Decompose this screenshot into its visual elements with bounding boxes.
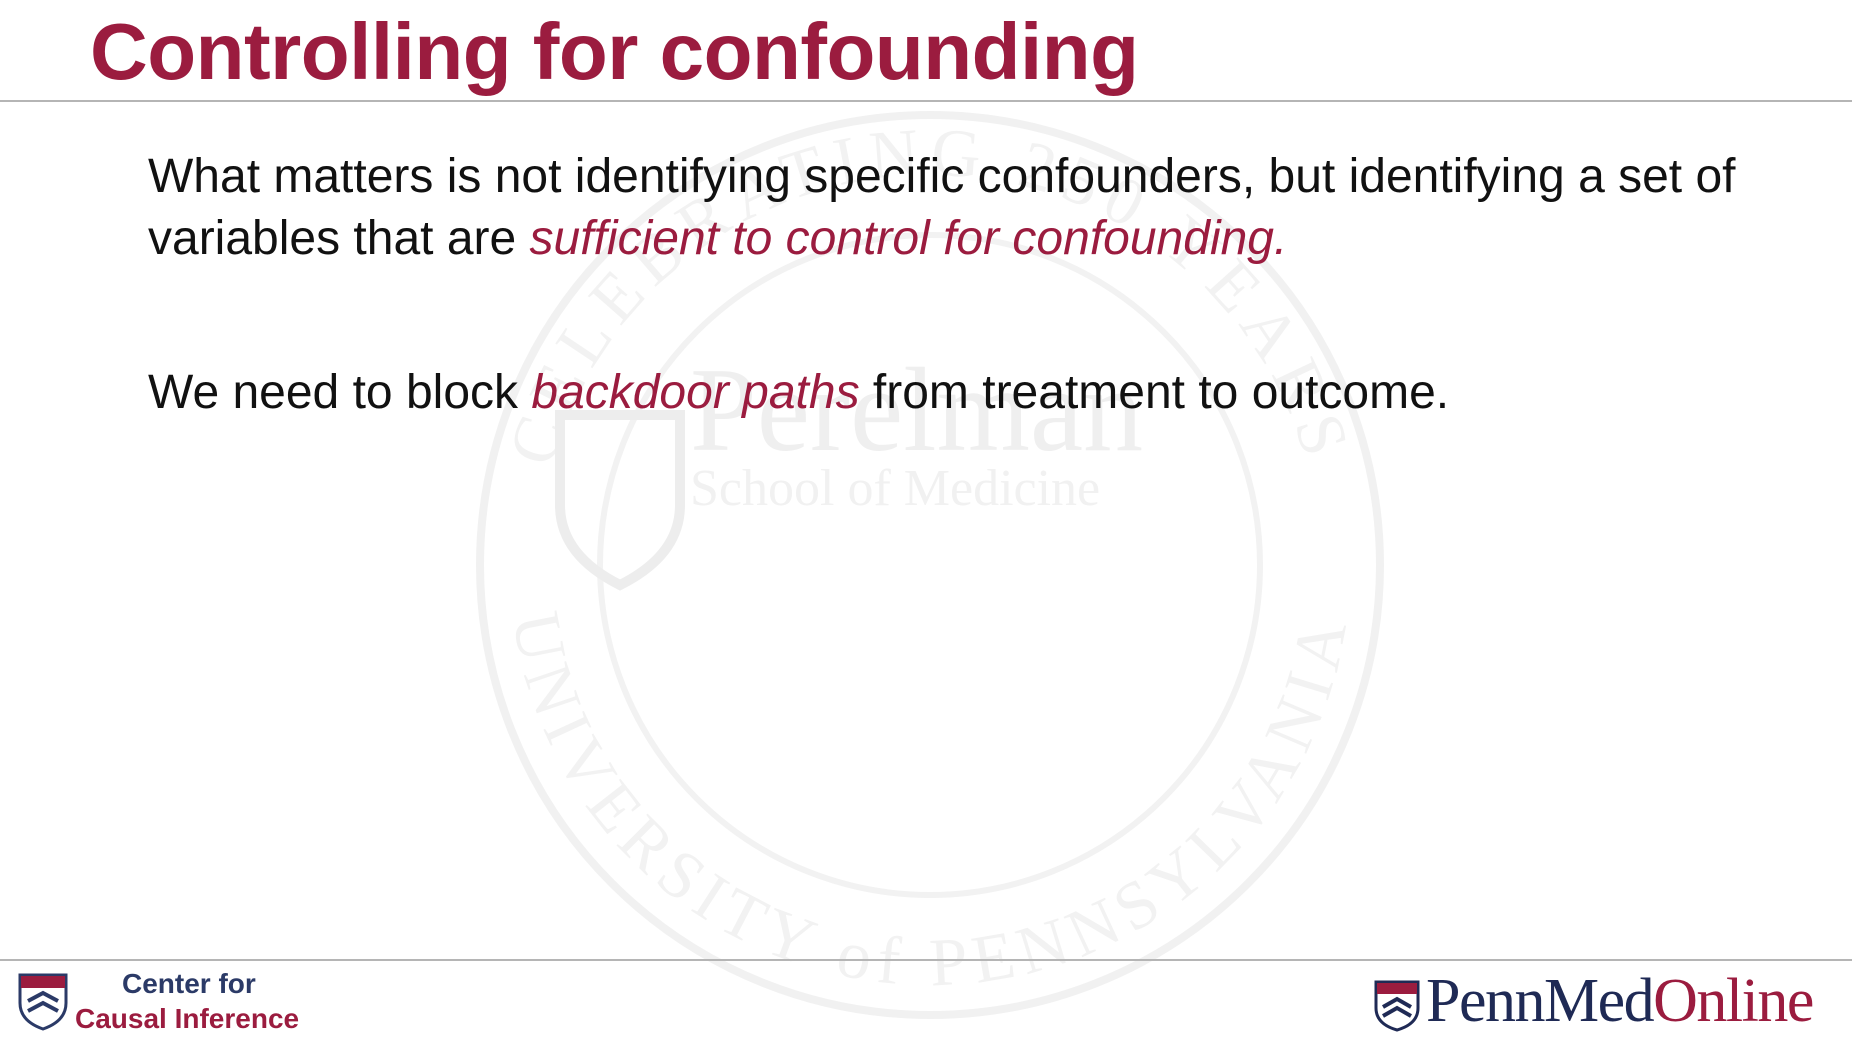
penn-shield-icon bbox=[18, 973, 68, 1031]
seal-bottom-text: UNIVERSITY of PENNSYLVANIA bbox=[498, 606, 1355, 1001]
paragraph2-text-after: from treatment to outcome. bbox=[859, 366, 1450, 419]
slide-title: Controlling for confounding bbox=[90, 7, 1139, 96]
pennmedonline-logo: PennMedOnline bbox=[1426, 966, 1814, 1037]
pennmedonline-logo-part1: PennMed bbox=[1426, 967, 1655, 1035]
title-divider bbox=[0, 100, 1852, 102]
pennmedonline-logo-part2: Online bbox=[1653, 967, 1814, 1035]
paragraph-sufficient-set: What matters is not identifying specific… bbox=[148, 146, 1738, 270]
cci-logo-line2: Causal Inference bbox=[75, 1003, 300, 1034]
pennmed-shield-icon bbox=[1374, 980, 1420, 1032]
footer-divider bbox=[0, 959, 1852, 961]
paragraph1-emphasis: sufficient to control for confounding. bbox=[529, 212, 1288, 265]
seal-shield-icon bbox=[555, 410, 685, 591]
svg-text:UNIVERSITY of PENNSYLVANIA: UNIVERSITY of PENNSYLVANIA bbox=[498, 606, 1363, 1001]
paragraph2-text-before: We need to block bbox=[148, 366, 532, 419]
paragraph2-emphasis: backdoor paths bbox=[531, 366, 860, 419]
cci-logo-line1: Center for bbox=[122, 968, 256, 999]
slide: CELEBRATING 250 YEARS UNIVERSITY of PENN… bbox=[0, 0, 1852, 1040]
paragraph-backdoor-paths: We need to block backdoor paths from tre… bbox=[148, 362, 1738, 424]
seal-subname: School of Medicine bbox=[690, 460, 1100, 517]
